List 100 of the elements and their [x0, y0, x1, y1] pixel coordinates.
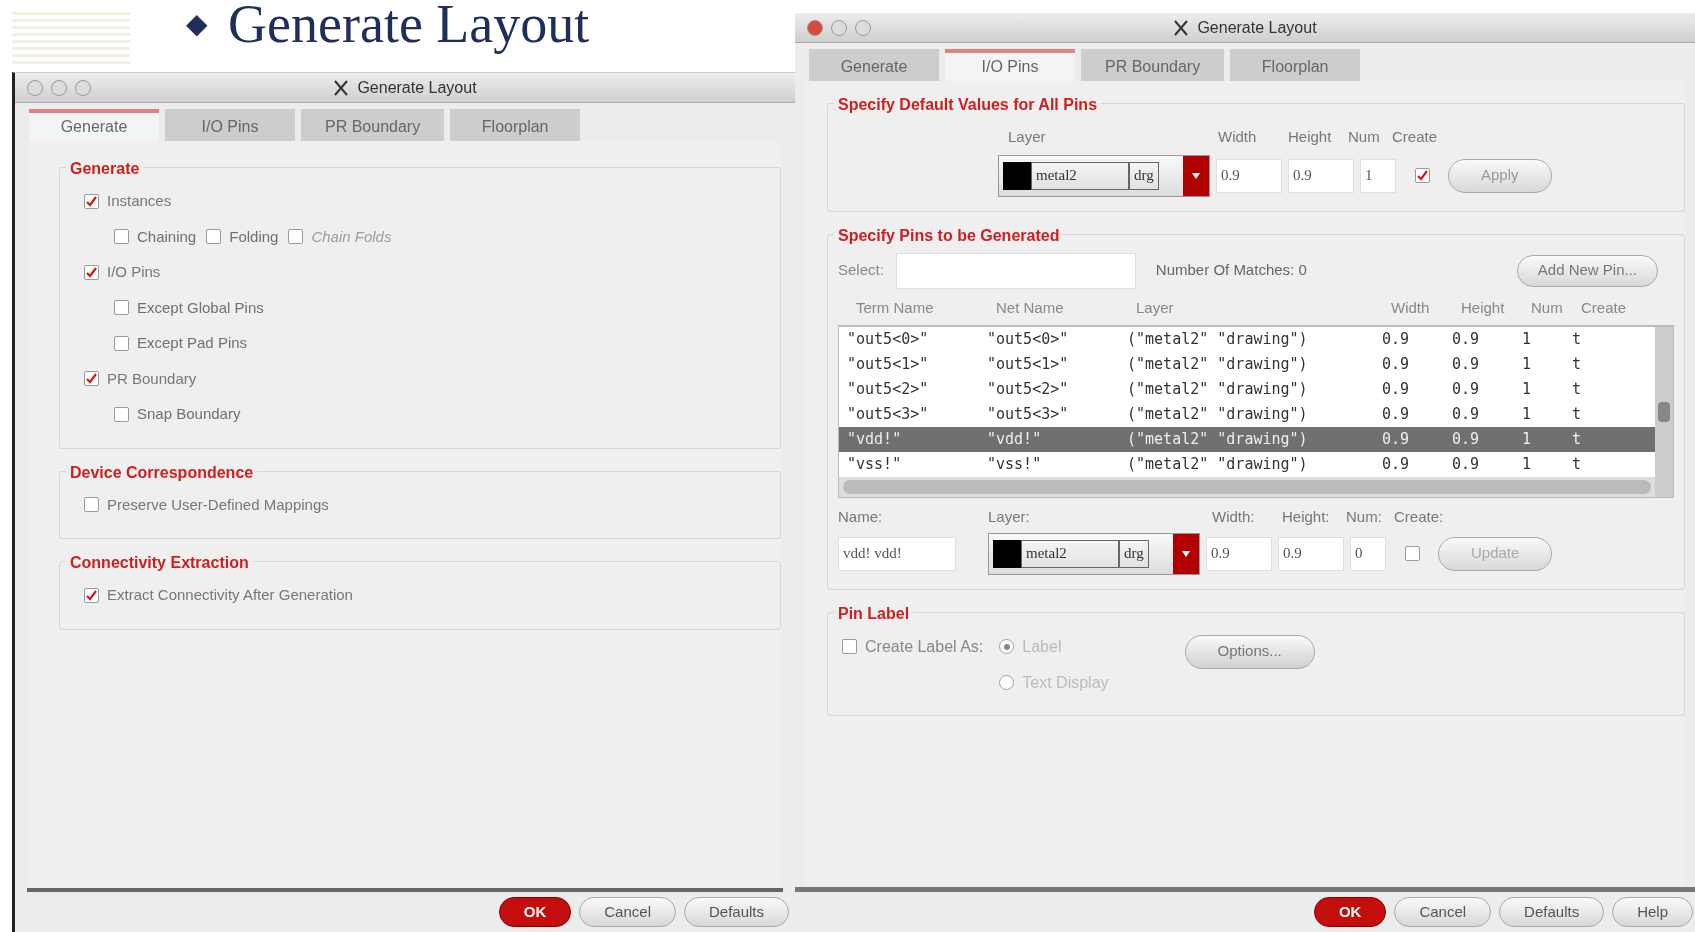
table-cell-text: "vdd!" — [847, 429, 903, 451]
tab[interactable]: I/O Pins — [945, 49, 1075, 81]
column-header: Create — [1581, 297, 1628, 318]
table-cell-text: 0.9 — [1452, 429, 1481, 451]
minimize-icon[interactable] — [831, 19, 847, 36]
column-label: Width: — [1212, 507, 1256, 527]
column-header: Width — [1391, 297, 1431, 318]
tab[interactable]: Floorplan — [1230, 49, 1361, 81]
table-cell-text: t — [1572, 454, 1583, 476]
checkbox[interactable] — [84, 497, 99, 513]
minimize-icon[interactable] — [51, 79, 67, 96]
column-label: Name: — [838, 507, 884, 527]
option-label: Except Pad Pins — [137, 333, 248, 353]
option-label: Chaining — [137, 226, 197, 247]
table-cell-text: "vss!" — [987, 454, 1043, 476]
dialog-button[interactable]: Defaults — [1499, 897, 1605, 927]
table-cell-text: t — [1572, 379, 1583, 401]
select-field[interactable] — [895, 252, 1136, 289]
option-label: Preserve User-Defined Mappings — [107, 494, 329, 515]
tab[interactable]: PR Boundary — [1081, 49, 1225, 81]
checkbox[interactable] — [114, 406, 129, 422]
option-label: I/O Pins — [107, 262, 161, 282]
tab[interactable]: I/O Pins — [165, 109, 295, 141]
layer-dropdown[interactable]: metal2 drg — [988, 532, 1200, 575]
close-icon[interactable] — [27, 79, 43, 96]
column-header: Net Name — [996, 297, 1065, 318]
input-field[interactable]: vdd! vdd! — [838, 536, 956, 571]
options-button[interactable]: Options... — [1184, 634, 1315, 669]
table-cell-text: 0.9 — [1382, 404, 1411, 426]
tab[interactable]: Generate — [809, 49, 939, 81]
table-cell-text: t — [1572, 429, 1583, 451]
input-field[interactable]: 0.9 — [1288, 158, 1354, 193]
match-count: Number Of Matches: 0 — [1155, 260, 1307, 281]
table-row[interactable]: "out5<2>" "out5<2>" ("metal2" "drawing") 0.9 0.9 1 t — [839, 377, 1655, 402]
checkbox[interactable] — [84, 264, 99, 280]
option-label: Extract Connectivity After Generation — [107, 585, 353, 605]
layer-dropdown[interactable]: metal2 drg — [998, 154, 1210, 197]
dialog-button[interactable]: Defaults — [683, 897, 789, 927]
table-cell-text: 0.9 — [1382, 329, 1411, 351]
checkbox[interactable] — [84, 193, 99, 209]
table-row[interactable]: "vdd!" "vdd!" ("metal2" "drawing") 0.9 0.9 1 t — [839, 427, 1655, 452]
option-label: PR Boundary — [107, 368, 197, 389]
input-field[interactable]: 0.9 — [1278, 536, 1344, 571]
dialog-button[interactable]: Help — [1612, 897, 1693, 927]
input-field[interactable]: 0.9 — [1206, 536, 1272, 571]
table-row[interactable]: "out5<1>" "out5<1>" ("metal2" "drawing") 0.9 0.9 1 t — [839, 352, 1655, 377]
table-cell-text: ("metal2" "drawing") — [1127, 429, 1309, 451]
option-label: Snap Boundary — [137, 404, 241, 424]
tab[interactable]: Floorplan — [450, 109, 581, 141]
table-row[interactable]: "vss!" "vss!" ("metal2" "drawing") 0.9 0.9 1 t — [839, 452, 1655, 477]
x-logo-icon — [333, 79, 350, 96]
table-cell-text: 0.9 — [1452, 379, 1481, 401]
layer-purpose: drg — [1129, 161, 1159, 190]
checkbox[interactable] — [1414, 168, 1430, 183]
checkbox[interactable] — [114, 335, 129, 351]
column-label: Width — [1218, 127, 1258, 147]
add-pin-button[interactable]: Add New Pin... — [1516, 254, 1658, 287]
zoom-icon[interactable] — [75, 79, 91, 96]
tab[interactable]: PR Boundary — [301, 109, 445, 141]
column-label: Height: — [1282, 507, 1331, 527]
vertical-scrollbar[interactable] — [1655, 327, 1673, 497]
zoom-icon[interactable] — [855, 19, 871, 36]
table-cell-text: "out5<0>" — [847, 329, 930, 351]
table-row[interactable]: "out5<3>" "out5<3>" ("metal2" "drawing") 0.9 0.9 1 t — [839, 402, 1655, 427]
table-cell-text: ("metal2" "drawing") — [1127, 454, 1309, 476]
checkbox[interactable] — [1404, 546, 1420, 561]
table-cell-text: "out5<3>" — [847, 404, 930, 426]
table-row[interactable]: "out5<0>" "out5<0>" ("metal2" "drawing") 0.9 0.9 1 t — [839, 327, 1655, 352]
dialog-button[interactable]: Cancel — [579, 897, 676, 927]
layer-swatch — [1003, 161, 1031, 190]
layer-swatch — [993, 539, 1021, 568]
radio-button[interactable] — [999, 675, 1015, 690]
checkbox[interactable] — [84, 587, 99, 603]
option-label: Instances — [107, 191, 172, 211]
input-field[interactable]: 0.9 — [1216, 158, 1282, 193]
input-field[interactable]: 0 — [1350, 536, 1386, 571]
horizontal-scrollbar[interactable] — [839, 477, 1655, 497]
layer-name: metal2 — [1031, 161, 1129, 190]
slide-title: Generate Layout — [228, 0, 590, 54]
close-icon[interactable] — [807, 19, 823, 36]
column-label: Num: — [1346, 507, 1383, 527]
checkbox[interactable] — [84, 371, 99, 387]
table-cell-text: "vss!" — [847, 454, 903, 476]
checkbox[interactable] — [114, 229, 129, 245]
table-cell-text: 1 — [1522, 404, 1533, 426]
column-label: Height — [1288, 127, 1333, 147]
layer-name: metal2 — [1021, 539, 1119, 568]
checkbox[interactable] — [842, 639, 857, 654]
checkbox[interactable] — [114, 300, 129, 316]
layer-purpose: drg — [1119, 539, 1149, 568]
table-cell-text: 0.9 — [1382, 429, 1411, 451]
dialog-button[interactable]: Cancel — [1394, 897, 1492, 927]
ok-button[interactable]: OK — [498, 897, 572, 927]
input-field[interactable]: 1 — [1360, 158, 1396, 193]
ok-button[interactable]: OK — [1313, 897, 1387, 927]
radio-button[interactable] — [999, 639, 1015, 654]
table-cell-text: "out5<1>" — [847, 354, 930, 376]
tab[interactable]: Generate — [29, 109, 159, 141]
table-cell-text: 0.9 — [1452, 329, 1481, 351]
checkbox[interactable] — [206, 229, 222, 245]
